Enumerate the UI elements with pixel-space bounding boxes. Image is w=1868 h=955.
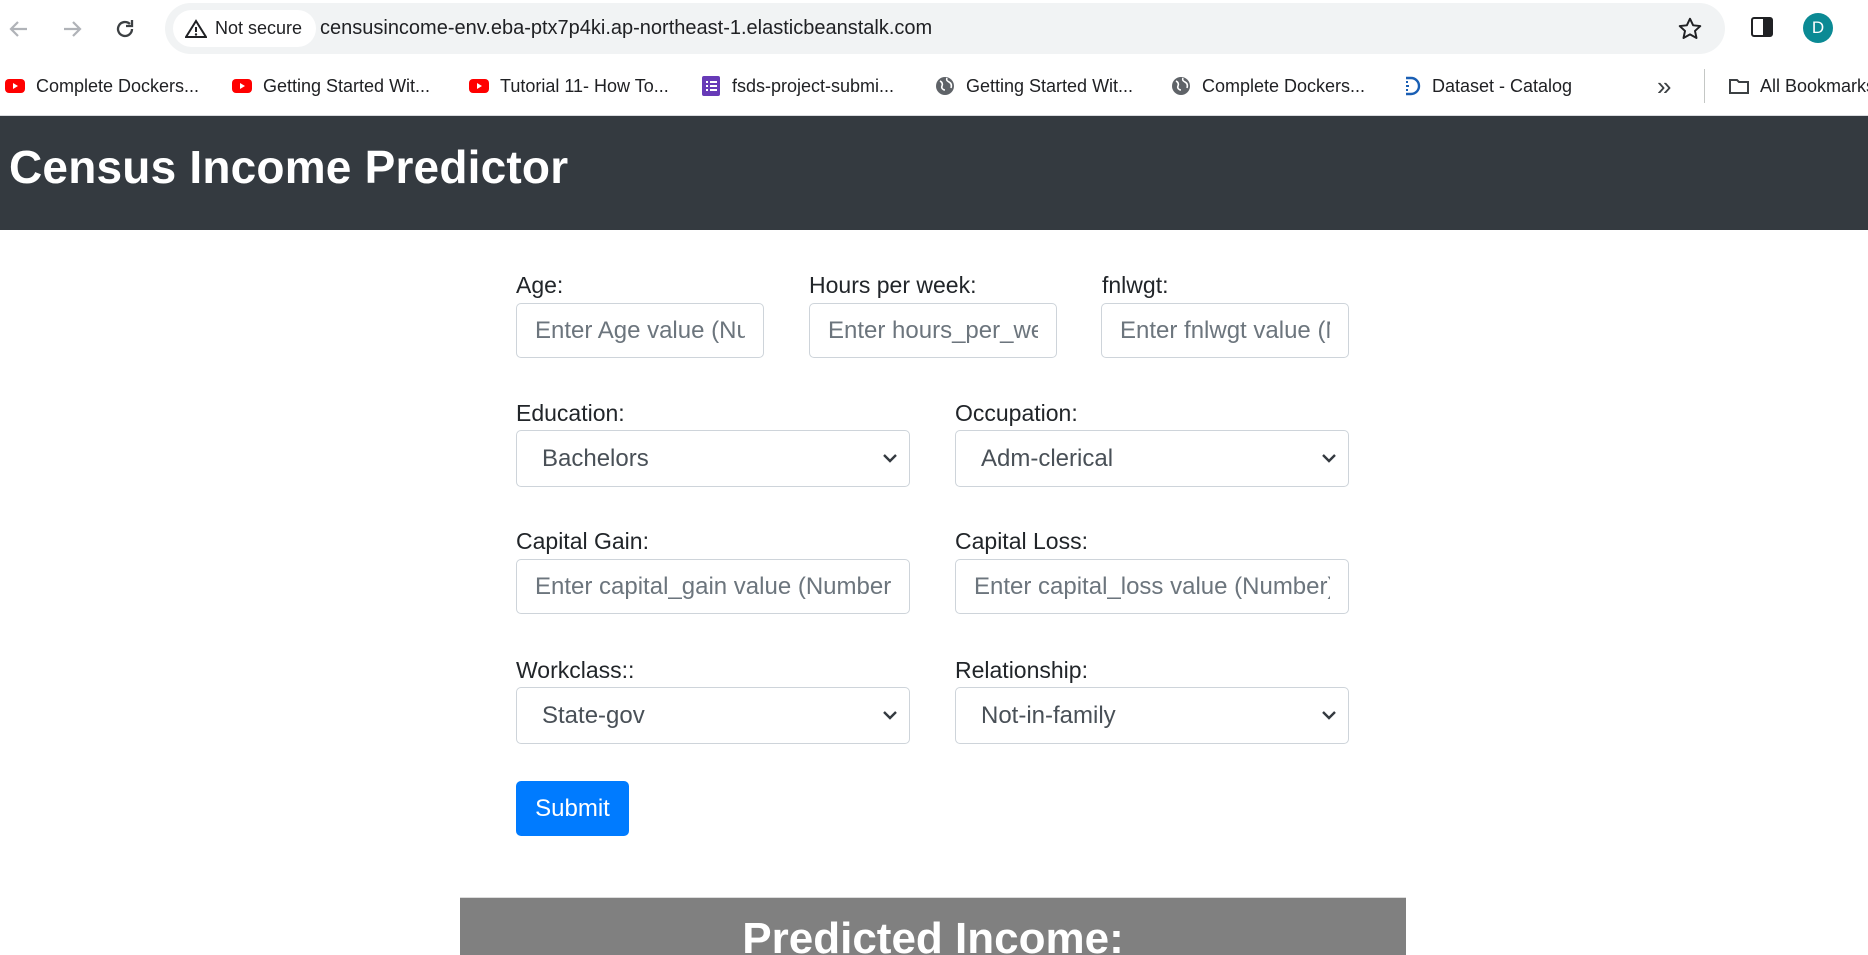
- avatar[interactable]: D: [1803, 13, 1833, 43]
- address-bar[interactable]: Not secure censusincome-env.eba-ptx7p4ki…: [165, 3, 1725, 54]
- workclass-label: Workclass::: [516, 657, 635, 683]
- capital-gain-input[interactable]: [516, 559, 910, 614]
- bookmarks-bar: Complete Dockers... Getting Started Wit.…: [0, 57, 1868, 116]
- chevron-down-icon: [883, 454, 897, 463]
- workclass-selected-value: State-gov: [542, 701, 645, 729]
- security-chip[interactable]: Not secure: [173, 10, 317, 47]
- bookmarks-overflow-chevron-icon[interactable]: »: [1657, 71, 1671, 102]
- hours-per-week-input[interactable]: [809, 303, 1057, 358]
- education-label: Education:: [516, 400, 625, 426]
- occupation-label: Occupation:: [955, 400, 1078, 426]
- url-text[interactable]: censusincome-env.eba-ptx7p4ki.ap-northea…: [320, 3, 932, 54]
- arrow-right-icon: [64, 21, 82, 37]
- result-title: Predicted Income:: [742, 914, 1124, 955]
- occupation-selected-value: Adm-clerical: [981, 444, 1114, 472]
- back-button[interactable]: [2, 12, 36, 46]
- result-panel: Predicted Income:: [460, 897, 1406, 955]
- age-label: Age:: [516, 272, 564, 298]
- forward-button[interactable]: [55, 12, 89, 46]
- arrow-left-icon: [9, 21, 27, 37]
- relationship-selected-value: Not-in-family: [981, 701, 1116, 729]
- bookmark-item[interactable]: fsds-project-submi...: [700, 57, 894, 115]
- relationship-label: Relationship:: [955, 657, 1088, 683]
- youtube-icon: [232, 79, 252, 93]
- page-title: Census Income Predictor: [9, 141, 569, 193]
- fnlwgt-label: fnlwgt:: [1102, 272, 1169, 298]
- bookmark-item[interactable]: Complete Dockers...: [4, 57, 199, 115]
- age-input[interactable]: [516, 303, 764, 358]
- relationship-select[interactable]: Not-in-family: [955, 687, 1349, 744]
- globe-icon: [936, 77, 954, 95]
- page-header: Census Income Predictor: [0, 116, 1868, 230]
- bookmark-item[interactable]: Dataset - Catalog: [1400, 57, 1572, 115]
- capital-loss-label: Capital Loss:: [955, 528, 1088, 554]
- all-bookmarks-folder[interactable]: All Bookmarks: [1728, 57, 1868, 115]
- folder-icon: [1729, 79, 1749, 94]
- education-select[interactable]: Bachelors: [516, 430, 910, 487]
- globe-icon: [1172, 77, 1190, 95]
- bookmark-item[interactable]: Getting Started Wit...: [231, 57, 430, 115]
- reload-button[interactable]: [108, 12, 142, 46]
- security-label: Not secure: [215, 18, 303, 38]
- side-panel-icon[interactable]: [1750, 15, 1774, 39]
- bookmark-item[interactable]: Complete Dockers...: [1170, 57, 1365, 115]
- youtube-icon: [5, 79, 25, 93]
- bookmark-item[interactable]: Tutorial 11- How To...: [468, 57, 669, 115]
- fnlwgt-input[interactable]: [1101, 303, 1349, 358]
- capital-gain-label: Capital Gain:: [516, 528, 649, 554]
- hours-per-week-label: Hours per week:: [809, 272, 977, 298]
- reload-icon: [116, 20, 134, 38]
- warning-icon: [185, 18, 207, 38]
- youtube-icon: [469, 79, 489, 93]
- catalog-icon: [1406, 76, 1421, 96]
- star-icon[interactable]: [1677, 16, 1703, 42]
- occupation-select[interactable]: Adm-clerical: [955, 430, 1349, 487]
- workclass-select[interactable]: State-gov: [516, 687, 910, 744]
- forms-icon: [702, 76, 720, 96]
- bookmark-item[interactable]: Getting Started Wit...: [934, 57, 1133, 115]
- bookmarks-divider: [1704, 69, 1705, 103]
- chevron-down-icon: [1322, 454, 1336, 463]
- chevron-down-icon: [1322, 711, 1336, 720]
- capital-loss-input[interactable]: [955, 559, 1349, 614]
- chevron-down-icon: [883, 711, 897, 720]
- submit-button[interactable]: Submit: [516, 781, 629, 836]
- education-selected-value: Bachelors: [542, 444, 649, 472]
- browser-toolbar: Not secure censusincome-env.eba-ptx7p4ki…: [0, 0, 1868, 57]
